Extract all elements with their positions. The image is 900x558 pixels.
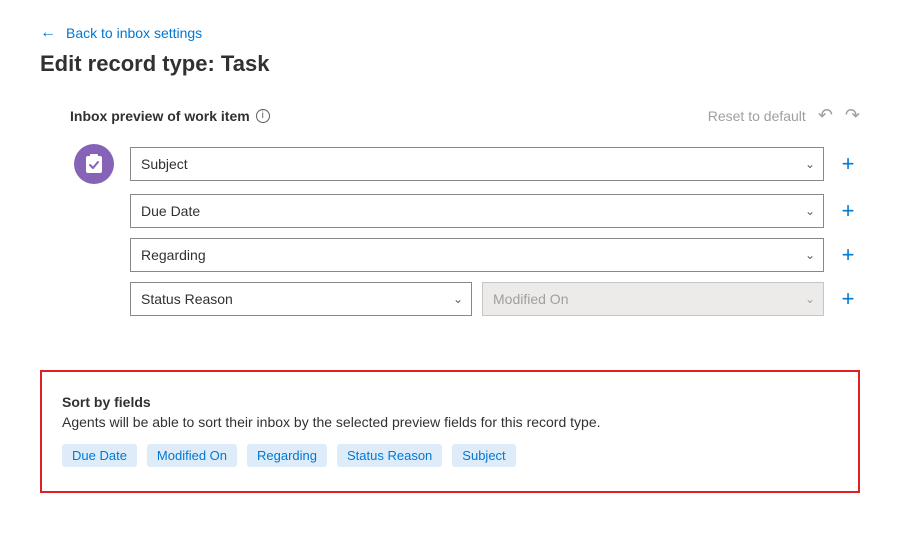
- field-select-row-1[interactable]: Subject ⌄: [130, 147, 824, 181]
- field-select-value: Due Date: [141, 203, 200, 219]
- preview-row-4-split: Status Reason ⌄ Modified On ⌄: [130, 282, 824, 316]
- preview-section-label: Inbox preview of work item i: [70, 108, 270, 124]
- field-select-row-4b-disabled: Modified On ⌄: [482, 282, 824, 316]
- field-select-value: Subject: [141, 156, 188, 172]
- add-field-button-row-3[interactable]: +: [836, 243, 860, 267]
- field-select-row-3[interactable]: Regarding ⌄: [130, 238, 824, 272]
- preview-actions: Reset to default ↶ ↷: [708, 105, 860, 126]
- add-field-button-row-2[interactable]: +: [836, 199, 860, 223]
- sort-title: Sort by fields: [62, 394, 838, 410]
- add-field-button-row-1[interactable]: +: [836, 152, 860, 176]
- sort-by-fields-panel: Sort by fields Agents will be able to so…: [40, 370, 860, 493]
- sort-tag[interactable]: Modified On: [147, 444, 237, 467]
- back-to-inbox-settings-link[interactable]: ← Back to inbox settings: [40, 25, 202, 41]
- sort-tag[interactable]: Status Reason: [337, 444, 442, 467]
- chevron-down-icon: ⌄: [805, 292, 815, 306]
- preview-header: Inbox preview of work item i Reset to de…: [40, 105, 860, 126]
- info-icon[interactable]: i: [256, 109, 270, 123]
- field-select-row-4a[interactable]: Status Reason ⌄: [130, 282, 472, 316]
- redo-icon[interactable]: ↷: [845, 105, 860, 126]
- preview-label-text: Inbox preview of work item: [70, 108, 250, 124]
- undo-icon[interactable]: ↶: [818, 105, 833, 126]
- page-title: Edit record type: Task: [40, 51, 860, 77]
- sort-description: Agents will be able to sort their inbox …: [62, 414, 838, 430]
- preview-field-rows: Subject ⌄ + Due Date ⌄ + Regarding ⌄ + S…: [40, 144, 860, 316]
- preview-row-2: Due Date ⌄ +: [70, 194, 860, 228]
- sort-tag[interactable]: Regarding: [247, 444, 327, 467]
- field-select-value: Modified On: [493, 291, 568, 307]
- reset-to-default-button[interactable]: Reset to default: [708, 108, 806, 124]
- sort-tag[interactable]: Due Date: [62, 444, 137, 467]
- chevron-down-icon: ⌄: [805, 204, 815, 218]
- sort-tags: Due Date Modified On Regarding Status Re…: [62, 444, 838, 467]
- sort-tag[interactable]: Subject: [452, 444, 515, 467]
- preview-row-3: Regarding ⌄ +: [70, 238, 860, 272]
- chevron-down-icon: ⌄: [805, 157, 815, 171]
- back-link-label: Back to inbox settings: [66, 25, 202, 41]
- field-select-value: Regarding: [141, 247, 206, 263]
- arrow-left-icon: ←: [40, 25, 56, 41]
- field-select-value: Status Reason: [141, 291, 233, 307]
- field-select-row-2[interactable]: Due Date ⌄: [130, 194, 824, 228]
- record-avatar-icon: [74, 144, 114, 184]
- preview-row-4: Status Reason ⌄ Modified On ⌄ +: [70, 282, 860, 316]
- add-field-button-row-4[interactable]: +: [836, 287, 860, 311]
- chevron-down-icon: ⌄: [453, 292, 463, 306]
- preview-row-1: Subject ⌄ +: [70, 144, 860, 184]
- chevron-down-icon: ⌄: [805, 248, 815, 262]
